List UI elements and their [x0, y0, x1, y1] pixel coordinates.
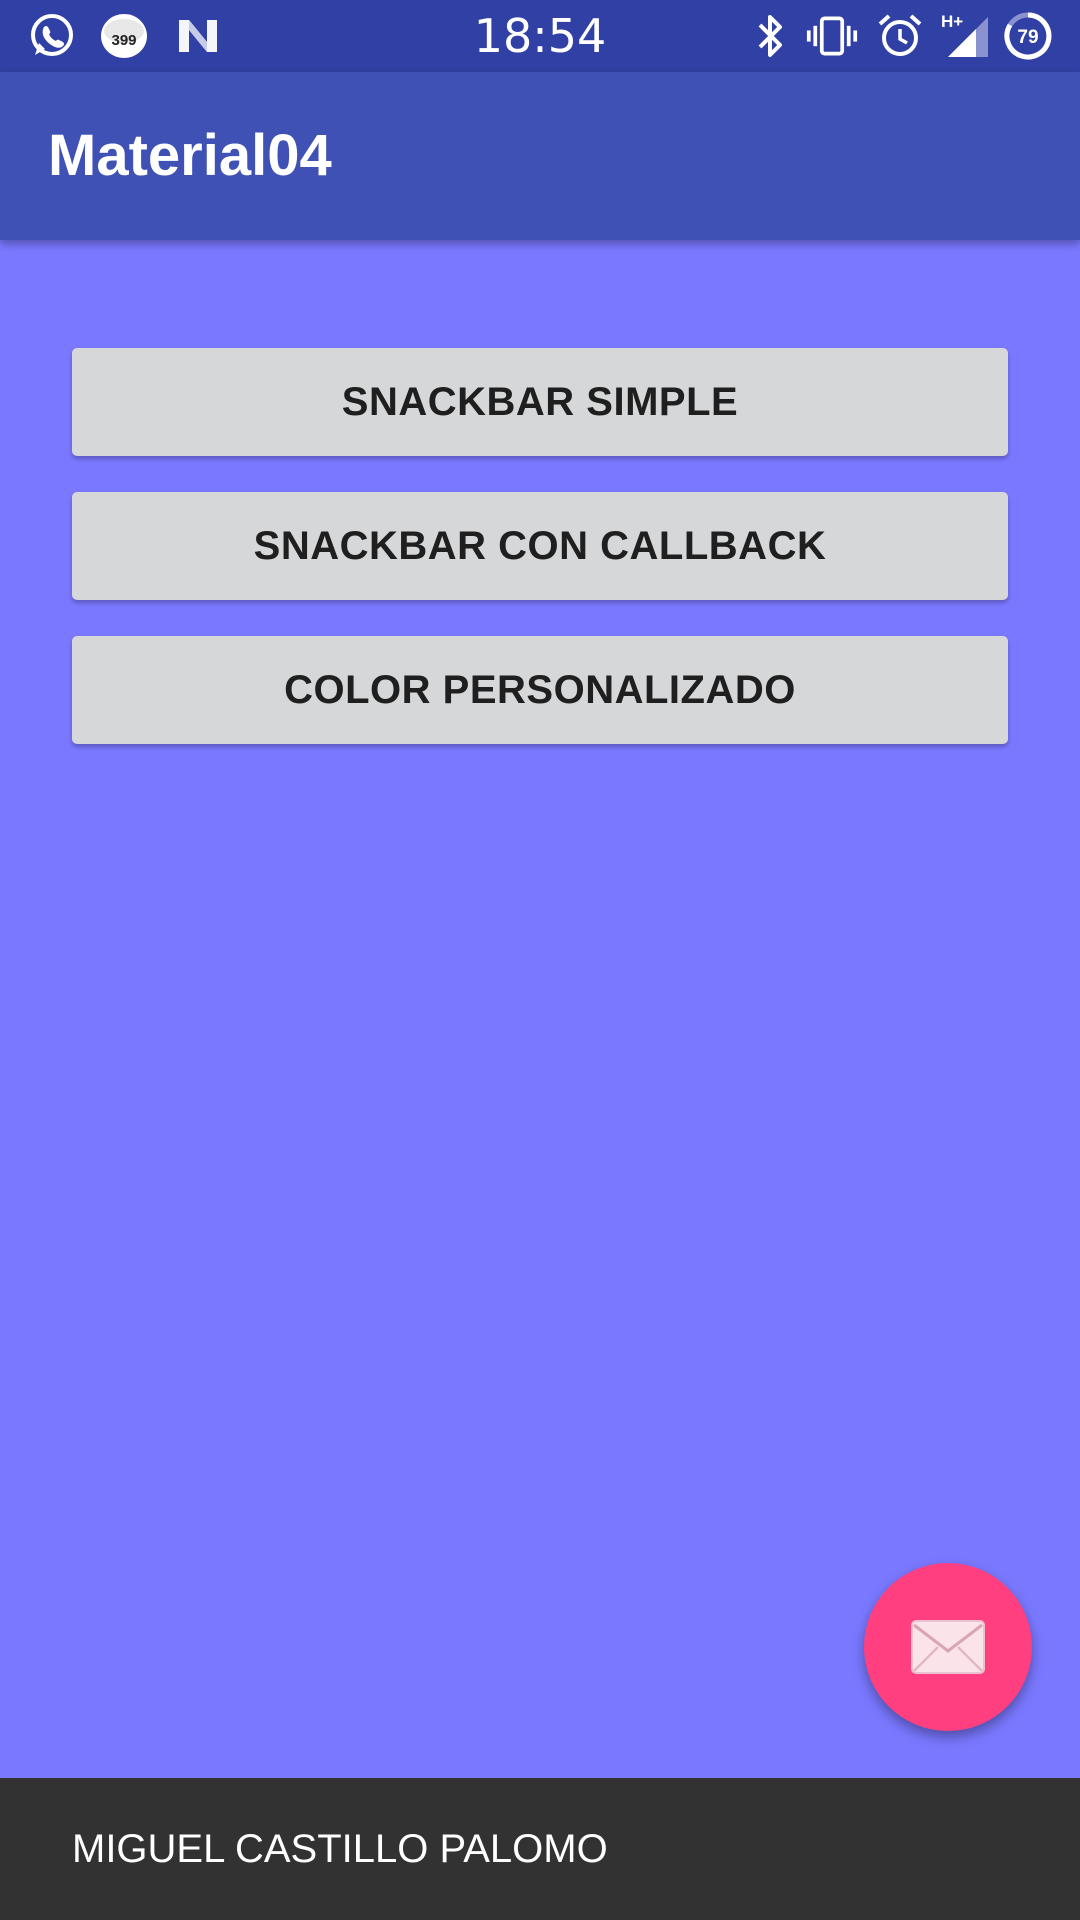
screen: 399 18:54 H+ 79 Material04 SNACKBAR SIMP…: [0, 0, 1080, 1920]
battery-level-text: 79: [1017, 27, 1038, 48]
badge-icon: 399: [98, 10, 150, 62]
custom-color-button[interactable]: COLOR PERSONALIZADO: [72, 636, 1008, 744]
app-bar: Material04: [0, 72, 1080, 240]
alarm-icon: [874, 10, 926, 62]
app-title: Material04: [48, 123, 332, 188]
n-app-icon: [172, 10, 224, 62]
snackbar-simple-button[interactable]: SNACKBAR SIMPLE: [72, 348, 1008, 456]
bluetooth-icon: [744, 10, 796, 62]
whatsapp-icon: [26, 10, 78, 62]
fab-mail-button[interactable]: [864, 1563, 1032, 1731]
signal-icon: H+: [940, 10, 992, 62]
mail-icon: [911, 1620, 985, 1674]
snackbar-callback-button[interactable]: SNACKBAR CON CALLBACK: [72, 492, 1008, 600]
snackbar: MIGUEL CASTILLO PALOMO: [0, 1778, 1080, 1920]
vibrate-icon: [806, 10, 858, 62]
snackbar-text: MIGUEL CASTILLO PALOMO: [72, 1827, 608, 1871]
battery-icon: 79: [1002, 10, 1054, 62]
status-bar: 399 18:54 H+ 79: [0, 0, 1080, 72]
badge-count: 399: [111, 32, 136, 49]
network-type-text: H+: [941, 12, 963, 31]
clock-text: 18:54: [473, 9, 607, 63]
